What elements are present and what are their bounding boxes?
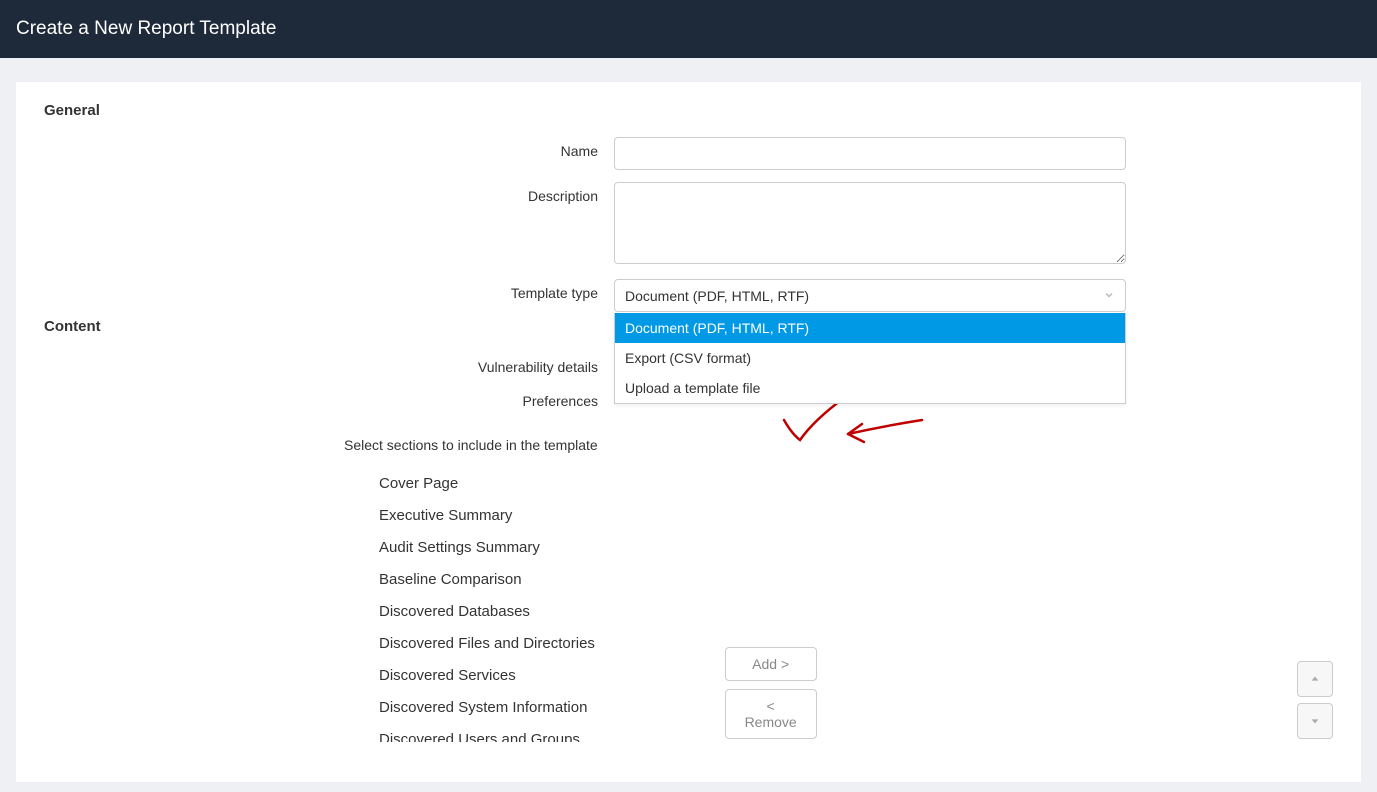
page-header: Create a New Report Template xyxy=(0,0,1377,58)
sections-intro-label: Select sections to include in the templa… xyxy=(344,437,1333,453)
general-heading: General xyxy=(44,102,1333,119)
chevron-down-icon xyxy=(1103,288,1115,304)
template-type-option-document[interactable]: Document (PDF, HTML, RTF) xyxy=(615,313,1125,343)
page-title: Create a New Report Template xyxy=(16,18,277,39)
preferences-label: Preferences xyxy=(44,387,614,409)
reorder-buttons xyxy=(1297,463,1333,743)
list-item[interactable]: Cover Page xyxy=(345,468,712,500)
template-type-option-export[interactable]: Export (CSV format) xyxy=(615,343,1125,373)
list-item[interactable]: Executive Summary xyxy=(345,500,712,532)
list-item[interactable]: Discovered System Information xyxy=(345,692,712,724)
list-item[interactable]: Discovered Services xyxy=(345,660,712,692)
template-type-row: Template type Document (PDF, HTML, RTF) … xyxy=(44,279,1333,312)
selected-sections-list[interactable] xyxy=(829,463,1285,743)
move-up-button[interactable] xyxy=(1297,661,1333,697)
transfer-buttons: Add > < Remove xyxy=(725,463,817,743)
list-item[interactable]: Discovered Users and Groups xyxy=(345,724,712,743)
name-input[interactable] xyxy=(614,137,1126,170)
description-row: Description xyxy=(44,182,1333,267)
list-item[interactable]: Discovered Files and Directories xyxy=(345,628,712,660)
template-type-label: Template type xyxy=(44,279,614,301)
triangle-down-icon xyxy=(1310,716,1320,726)
template-type-option-upload[interactable]: Upload a template file xyxy=(615,373,1125,403)
form-panel: General Name Description Template type D… xyxy=(16,82,1361,782)
move-down-button[interactable] xyxy=(1297,703,1333,739)
triangle-up-icon xyxy=(1310,674,1320,684)
name-label: Name xyxy=(44,137,614,159)
vuln-details-label: Vulnerability details xyxy=(44,353,614,375)
page-body: General Name Description Template type D… xyxy=(0,58,1377,782)
add-button[interactable]: Add > xyxy=(725,647,817,681)
available-sections-list[interactable]: Cover PageExecutive SummaryAudit Setting… xyxy=(344,463,713,743)
template-type-dropdown: Document (PDF, HTML, RTF) Export (CSV fo… xyxy=(614,313,1126,404)
description-input[interactable] xyxy=(614,182,1126,264)
template-type-select[interactable]: Document (PDF, HTML, RTF) xyxy=(614,279,1126,312)
list-item[interactable]: Audit Settings Summary xyxy=(345,532,712,564)
template-type-selected-value: Document (PDF, HTML, RTF) xyxy=(625,288,809,304)
list-item[interactable]: Discovered Databases xyxy=(345,596,712,628)
name-row: Name xyxy=(44,137,1333,170)
description-label: Description xyxy=(44,182,614,204)
remove-button[interactable]: < Remove xyxy=(725,689,817,739)
dual-listbox: Cover PageExecutive SummaryAudit Setting… xyxy=(344,463,1333,743)
list-item[interactable]: Baseline Comparison xyxy=(345,564,712,596)
